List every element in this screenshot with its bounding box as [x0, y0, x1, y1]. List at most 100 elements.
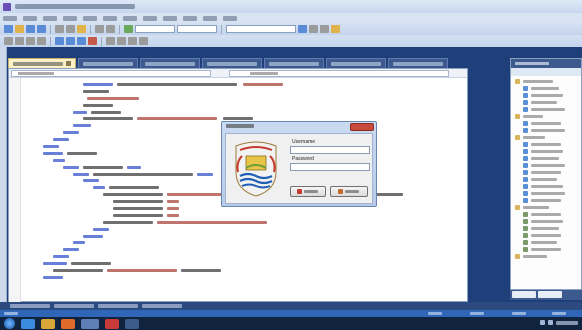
- tree-item[interactable]: [513, 218, 581, 225]
- tree-item[interactable]: [513, 85, 581, 92]
- menu-data[interactable]: [143, 15, 157, 21]
- indent-icon[interactable]: [4, 37, 13, 45]
- make-same-size-icon[interactable]: [139, 37, 148, 45]
- internet-explorer-icon[interactable]: [21, 318, 35, 329]
- tab-solution-explorer[interactable]: [512, 291, 536, 298]
- comment-icon[interactable]: [26, 37, 35, 45]
- properties-icon[interactable]: [320, 25, 329, 33]
- tree-item[interactable]: [513, 232, 581, 239]
- tab-document-5[interactable]: [264, 58, 324, 68]
- tab-document-6[interactable]: [326, 58, 386, 68]
- menu-project[interactable]: [63, 15, 77, 21]
- tree-item[interactable]: [513, 197, 581, 204]
- clear-bookmarks-icon[interactable]: [88, 37, 97, 45]
- paste-icon[interactable]: [77, 25, 86, 33]
- open-folder-icon[interactable]: [15, 25, 24, 33]
- menu-view[interactable]: [43, 15, 57, 21]
- tree-item[interactable]: [513, 99, 581, 106]
- tree-item[interactable]: [513, 92, 581, 99]
- tree-item[interactable]: [513, 211, 581, 218]
- password-field[interactable]: [290, 163, 370, 171]
- tree-item[interactable]: [513, 162, 581, 169]
- start-debugging-icon[interactable]: [124, 25, 133, 33]
- close-tab-icon[interactable]: [66, 61, 71, 66]
- menu-build[interactable]: [83, 15, 97, 21]
- tree-item[interactable]: [513, 134, 581, 141]
- solution-configuration-dropdown[interactable]: [135, 25, 175, 33]
- bookmark-icon[interactable]: [55, 37, 64, 45]
- redo-icon[interactable]: [106, 25, 115, 33]
- tab-find-results[interactable]: [142, 304, 182, 308]
- username-field[interactable]: [290, 146, 370, 154]
- uncomment-icon[interactable]: [37, 37, 46, 45]
- tree-item[interactable]: [513, 183, 581, 190]
- next-bookmark-icon[interactable]: [77, 37, 86, 45]
- media-player-icon[interactable]: [61, 318, 75, 329]
- copy-icon[interactable]: [66, 25, 75, 33]
- menu-file[interactable]: [3, 15, 17, 21]
- save-icon[interactable]: [26, 25, 35, 33]
- menu-team[interactable]: [123, 15, 137, 21]
- find-combo[interactable]: [226, 25, 296, 33]
- save-all-icon[interactable]: [37, 25, 46, 33]
- tree-item[interactable]: [513, 78, 581, 85]
- menu-test[interactable]: [183, 15, 197, 21]
- cancel-button[interactable]: [330, 186, 368, 197]
- tree-item[interactable]: [513, 148, 581, 155]
- tree-item[interactable]: [513, 141, 581, 148]
- align-center-icon[interactable]: [117, 37, 126, 45]
- cut-icon[interactable]: [55, 25, 64, 33]
- visual-studio-icon[interactable]: [81, 318, 99, 329]
- find-icon[interactable]: [298, 25, 307, 33]
- tree-item[interactable]: [513, 239, 581, 246]
- tree-item[interactable]: [513, 204, 581, 211]
- menu-window[interactable]: [203, 15, 217, 21]
- solution-platform-dropdown[interactable]: [177, 25, 217, 33]
- undo-icon[interactable]: [95, 25, 104, 33]
- app-icon[interactable]: [105, 318, 119, 329]
- tree-item[interactable]: [513, 225, 581, 232]
- menu-tools[interactable]: [163, 15, 177, 21]
- tab-document-4[interactable]: [202, 58, 262, 68]
- close-icon[interactable]: [350, 123, 374, 131]
- tree-item[interactable]: [513, 253, 581, 260]
- tab-team-explorer[interactable]: [538, 291, 562, 298]
- tree-item[interactable]: [513, 113, 581, 120]
- menu-debug[interactable]: [103, 15, 117, 21]
- tab-document-7[interactable]: [388, 58, 448, 68]
- toolbox-icon[interactable]: [331, 25, 340, 33]
- solution-explorer-icon[interactable]: [309, 25, 318, 33]
- outdent-icon[interactable]: [15, 37, 24, 45]
- menu-edit[interactable]: [23, 15, 37, 21]
- tab-document-3[interactable]: [140, 58, 200, 68]
- tree-item[interactable]: [513, 190, 581, 197]
- login-button[interactable]: [290, 186, 326, 197]
- align-left-icon[interactable]: [106, 37, 115, 45]
- toolbox-strip[interactable]: [0, 47, 7, 302]
- tree-item[interactable]: [513, 176, 581, 183]
- tab-document-2[interactable]: [78, 58, 138, 68]
- tab-error-list[interactable]: [10, 304, 50, 308]
- tab-immediate-window[interactable]: [98, 304, 138, 308]
- folder-icon[interactable]: [41, 318, 55, 329]
- tree-item[interactable]: [513, 246, 581, 253]
- method-dropdown[interactable]: [229, 70, 449, 77]
- class-dropdown[interactable]: [11, 70, 211, 77]
- tab-active-document[interactable]: [8, 58, 76, 68]
- app-icon[interactable]: [125, 318, 139, 329]
- network-icon[interactable]: [540, 320, 545, 325]
- tree-item[interactable]: [513, 155, 581, 162]
- clock-blurred[interactable]: [556, 320, 578, 325]
- volume-icon[interactable]: [548, 320, 553, 325]
- tree-item[interactable]: [513, 127, 581, 134]
- tree-item[interactable]: [513, 120, 581, 127]
- new-project-icon[interactable]: [4, 25, 13, 33]
- tree-item[interactable]: [513, 106, 581, 113]
- start-orb-icon[interactable]: [4, 318, 15, 329]
- menu-help[interactable]: [223, 15, 237, 21]
- tab-label-blurred: [393, 61, 443, 66]
- align-right-icon[interactable]: [128, 37, 137, 45]
- previous-bookmark-icon[interactable]: [66, 37, 75, 45]
- tree-item[interactable]: [513, 169, 581, 176]
- tab-output[interactable]: [54, 304, 94, 308]
